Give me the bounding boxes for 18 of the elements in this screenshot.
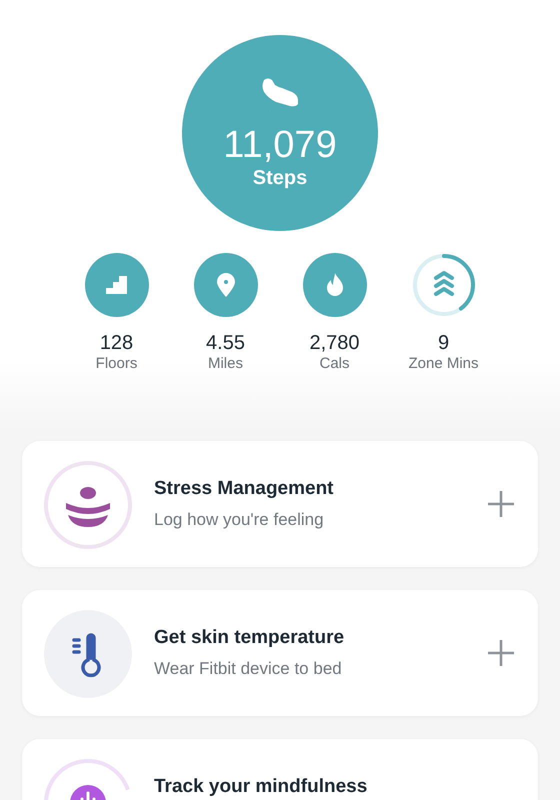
card-title: Get skin temperature <box>154 627 346 649</box>
card-subtitle: Log how you're feeling <box>154 510 325 530</box>
tracker-card[interactable]: Track your mindfulness <box>22 739 538 800</box>
stat-value: 9 <box>438 331 450 355</box>
tracker-card[interactable]: Get skin temperature Wear Fitbit device to bed <box>22 590 538 716</box>
card-title: Track your mindfulness <box>154 776 368 798</box>
stat-label: Floors <box>96 355 138 373</box>
stat-label: Cals <box>319 355 350 373</box>
card-title: Stress Management <box>154 478 335 500</box>
tracker-card[interactable]: Stress Management Log how you're feeling <box>22 441 538 567</box>
steps-label: Steps <box>252 166 308 190</box>
stat-label: Zone Mins <box>408 355 479 373</box>
stat-value: 128 <box>100 331 134 355</box>
stat-label: Miles <box>208 355 243 373</box>
stat-value: 2,780 <box>309 331 360 355</box>
card-subtitle: Wear Fitbit device to bed <box>154 659 343 679</box>
stat-value: 4.55 <box>206 331 245 355</box>
steps-value: 11,079 <box>223 124 337 166</box>
